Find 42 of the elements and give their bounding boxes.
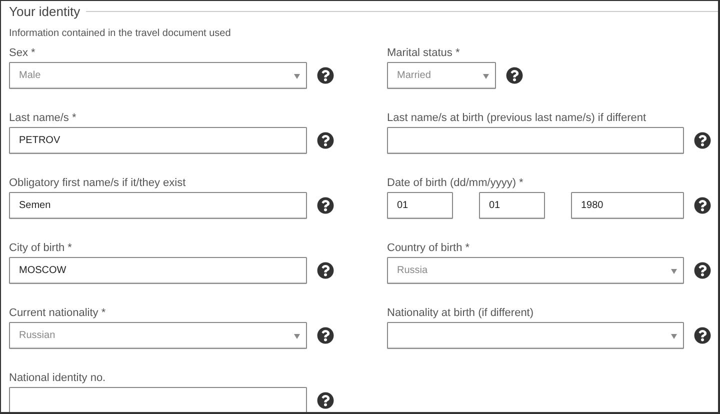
- field-label: City of birth *: [9, 241, 73, 255]
- input-field[interactable]: 01: [387, 192, 453, 219]
- section-title: Your identity: [9, 4, 80, 18]
- caret-icon: [294, 74, 300, 79]
- help-icon[interactable]: [317, 67, 334, 84]
- help-icon[interactable]: [506, 67, 523, 84]
- help-icon[interactable]: [317, 327, 334, 344]
- input-field[interactable]: [9, 387, 307, 412]
- input-field[interactable]: PETROV: [9, 127, 307, 154]
- field-label: Marital status *: [387, 46, 461, 60]
- select-field[interactable]: Russia: [387, 257, 684, 284]
- help-icon[interactable]: [317, 392, 334, 409]
- help-icon[interactable]: [694, 132, 711, 149]
- input-field[interactable]: Semen: [9, 192, 307, 219]
- input-field[interactable]: 1980: [571, 192, 684, 219]
- help-icon[interactable]: [317, 132, 334, 149]
- caret-icon: [483, 74, 489, 79]
- select-field[interactable]: Male: [9, 62, 307, 89]
- caret-icon: [294, 334, 300, 339]
- help-icon[interactable]: [694, 197, 711, 214]
- help-icon[interactable]: [694, 262, 711, 279]
- help-icon[interactable]: [317, 197, 334, 214]
- section-subtitle: Information contained in the travel document used: [9, 28, 232, 41]
- input-field[interactable]: MOSCOW: [9, 257, 307, 284]
- field-label: Obligatory first name/s if it/they exist: [9, 176, 187, 190]
- field-label: National identity no.: [9, 371, 107, 385]
- help-icon[interactable]: [694, 327, 711, 344]
- input-field[interactable]: 01: [479, 192, 545, 219]
- field-label: Last name/s at birth (previous last name/s) if different: [387, 111, 648, 125]
- field-label: Country of birth *: [387, 241, 471, 255]
- field-label: Date of birth (dd/mm/yyyy) *: [387, 176, 524, 190]
- field-label: Last name/s *: [9, 111, 78, 125]
- select-field[interactable]: Married: [387, 62, 496, 89]
- select-field[interactable]: [387, 322, 684, 349]
- field-label: Current nationality *: [9, 306, 107, 320]
- caret-icon: [671, 334, 677, 339]
- input-field[interactable]: [387, 127, 684, 154]
- field-label: Nationality at birth (if different): [387, 306, 535, 320]
- field-label: Sex *: [9, 46, 36, 60]
- help-icon[interactable]: [317, 262, 334, 279]
- caret-icon: [671, 269, 677, 274]
- select-field[interactable]: Russian: [9, 322, 307, 349]
